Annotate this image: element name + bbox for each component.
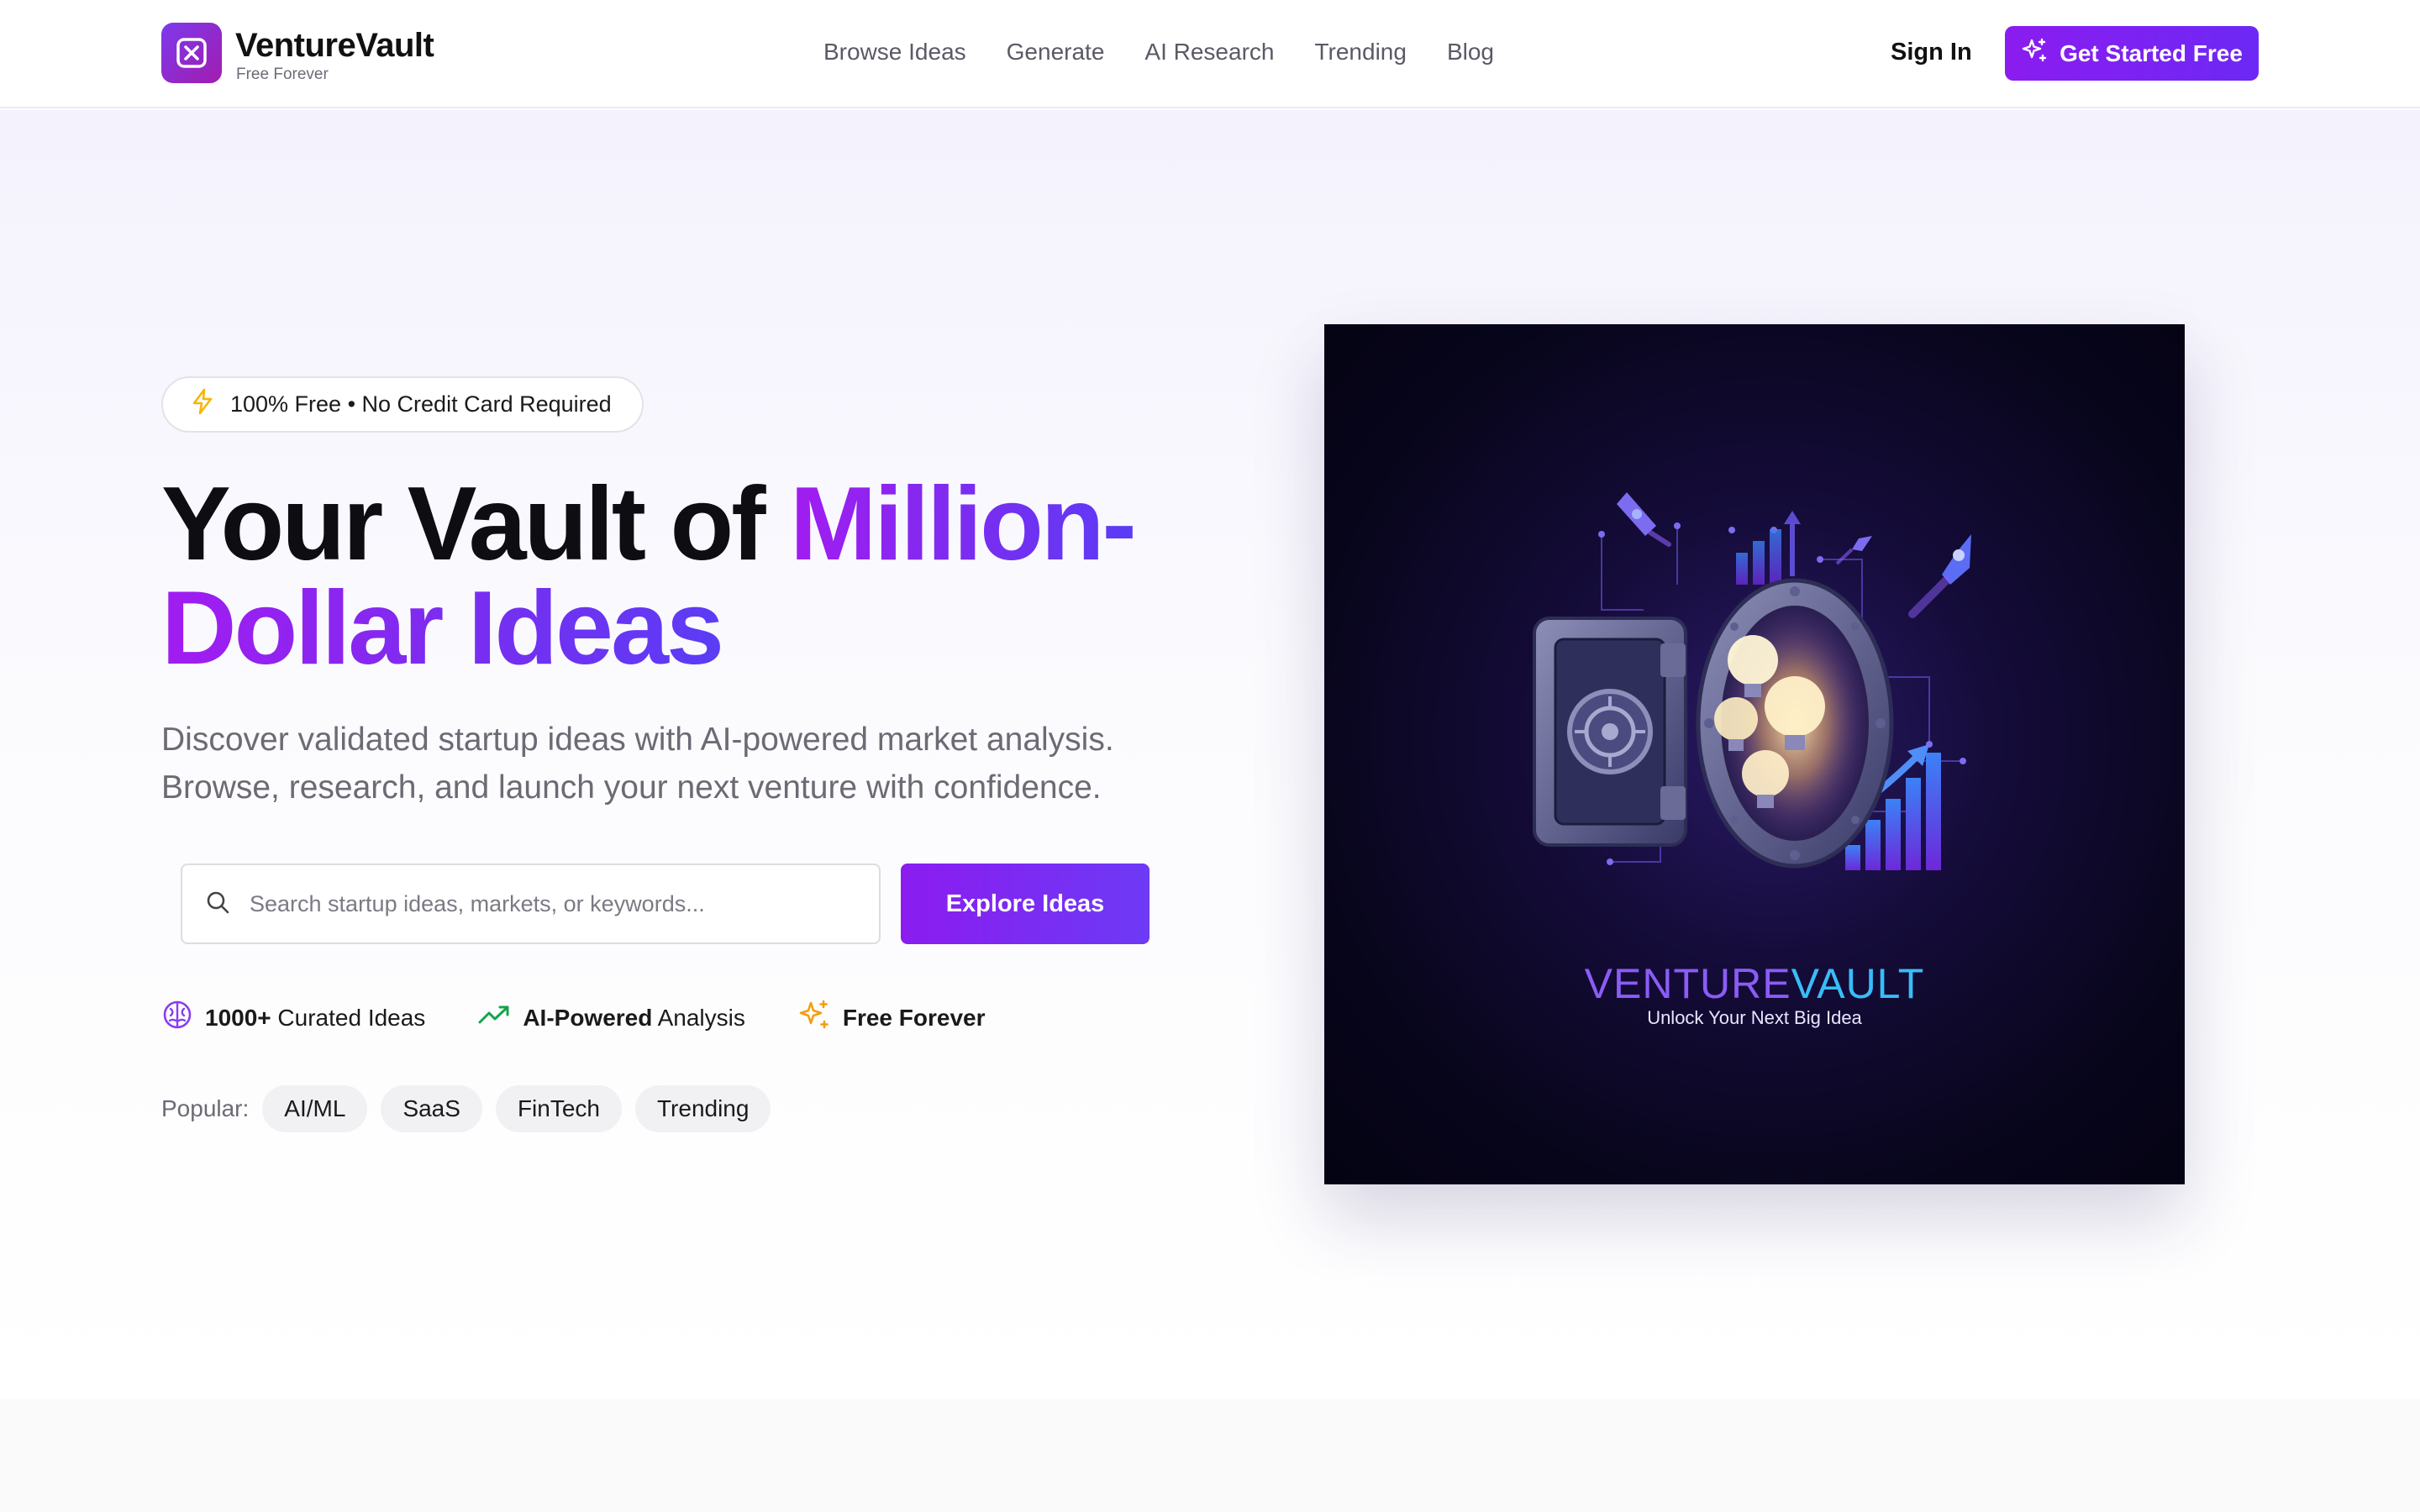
feature-curated-text: Curated Ideas bbox=[277, 1004, 426, 1031]
nav-trending[interactable]: Trending bbox=[1314, 39, 1406, 66]
illustration-title-part1: VENTURE bbox=[1584, 960, 1791, 1007]
feature-list: 1000+ Curated Ideas AI-Powered Analysis … bbox=[161, 998, 985, 1037]
tag-fintech[interactable]: FinTech bbox=[495, 1085, 622, 1132]
tag-ai-ml[interactable]: AI/ML bbox=[262, 1085, 368, 1132]
nav-generate[interactable]: Generate bbox=[1007, 39, 1105, 66]
brand-name[interactable]: VentureVault bbox=[235, 27, 434, 65]
popular-tags: Popular: AI/ML SaaS FinTech Trending bbox=[161, 1085, 771, 1132]
main-nav: Browse Ideas Generate AI Research Trendi… bbox=[823, 39, 1494, 66]
feature-curated-bold: 1000+ bbox=[205, 1004, 271, 1031]
popular-label: Popular: bbox=[161, 1095, 250, 1121]
lightning-icon bbox=[188, 387, 217, 422]
site-header: VentureVault Free Forever Browse Ideas G… bbox=[0, 0, 2420, 108]
feature-ai-bold: AI-Powered bbox=[523, 1004, 653, 1031]
sparkles-icon bbox=[2021, 37, 2048, 70]
feature-ai-text: Analysis bbox=[657, 1004, 745, 1031]
nav-browse-ideas[interactable]: Browse Ideas bbox=[823, 39, 966, 66]
free-badge-text: 100% Free • No Credit Card Required bbox=[230, 391, 612, 417]
search-box[interactable] bbox=[181, 864, 881, 944]
get-started-button[interactable]: Get Started Free bbox=[2005, 26, 2259, 81]
hero-illustration: VENTUREVAULT Unlock Your Next Big Idea bbox=[1324, 324, 2185, 1184]
sparkles-icon bbox=[797, 998, 831, 1037]
trending-up-icon bbox=[477, 1002, 511, 1033]
search-input[interactable] bbox=[250, 890, 838, 917]
hero-subtext-line-1: Discover validated startup ideas with AI… bbox=[161, 722, 1114, 758]
vault-illustration-graphic bbox=[1533, 492, 1971, 870]
feature-curated-ideas: 1000+ Curated Ideas bbox=[161, 999, 425, 1037]
hero-subtext-line-2: Browse, research, and launch your next v… bbox=[161, 769, 1102, 806]
brain-icon bbox=[161, 999, 193, 1037]
tag-saas[interactable]: SaaS bbox=[381, 1085, 482, 1132]
feature-free-bold: Free Forever bbox=[842, 1004, 986, 1031]
search-icon bbox=[204, 889, 231, 920]
hero-headline: Your Vault of Million- Dollar Ideas bbox=[161, 472, 1254, 680]
next-section-edge bbox=[0, 1399, 2420, 1512]
sign-in-link[interactable]: Sign In bbox=[1891, 39, 1972, 66]
get-started-label: Get Started Free bbox=[2060, 39, 2243, 66]
explore-ideas-button[interactable]: Explore Ideas bbox=[901, 864, 1150, 944]
headline-plain: Your Vault of bbox=[161, 466, 790, 582]
logo-icon[interactable] bbox=[161, 23, 222, 83]
feature-ai-analysis: AI-Powered Analysis bbox=[477, 1002, 745, 1033]
illustration-title-part2: VAULT bbox=[1791, 960, 1925, 1007]
feature-free-forever: Free Forever bbox=[797, 998, 986, 1037]
headline-highlight-1: Million- bbox=[789, 466, 1137, 582]
nav-ai-research[interactable]: AI Research bbox=[1144, 39, 1274, 66]
hero-subtext: Discover validated startup ideas with AI… bbox=[161, 716, 1220, 811]
headline-highlight-2: Dollar Ideas bbox=[161, 570, 724, 686]
nav-blog[interactable]: Blog bbox=[1447, 39, 1494, 66]
illustration-title: VENTUREVAULT bbox=[1324, 959, 2185, 1008]
free-badge: 100% Free • No Credit Card Required bbox=[161, 376, 644, 433]
tag-trending[interactable]: Trending bbox=[634, 1085, 771, 1132]
illustration-subtitle: Unlock Your Next Big Idea bbox=[1647, 1007, 1862, 1028]
brand-tagline: Free Forever bbox=[236, 66, 329, 83]
